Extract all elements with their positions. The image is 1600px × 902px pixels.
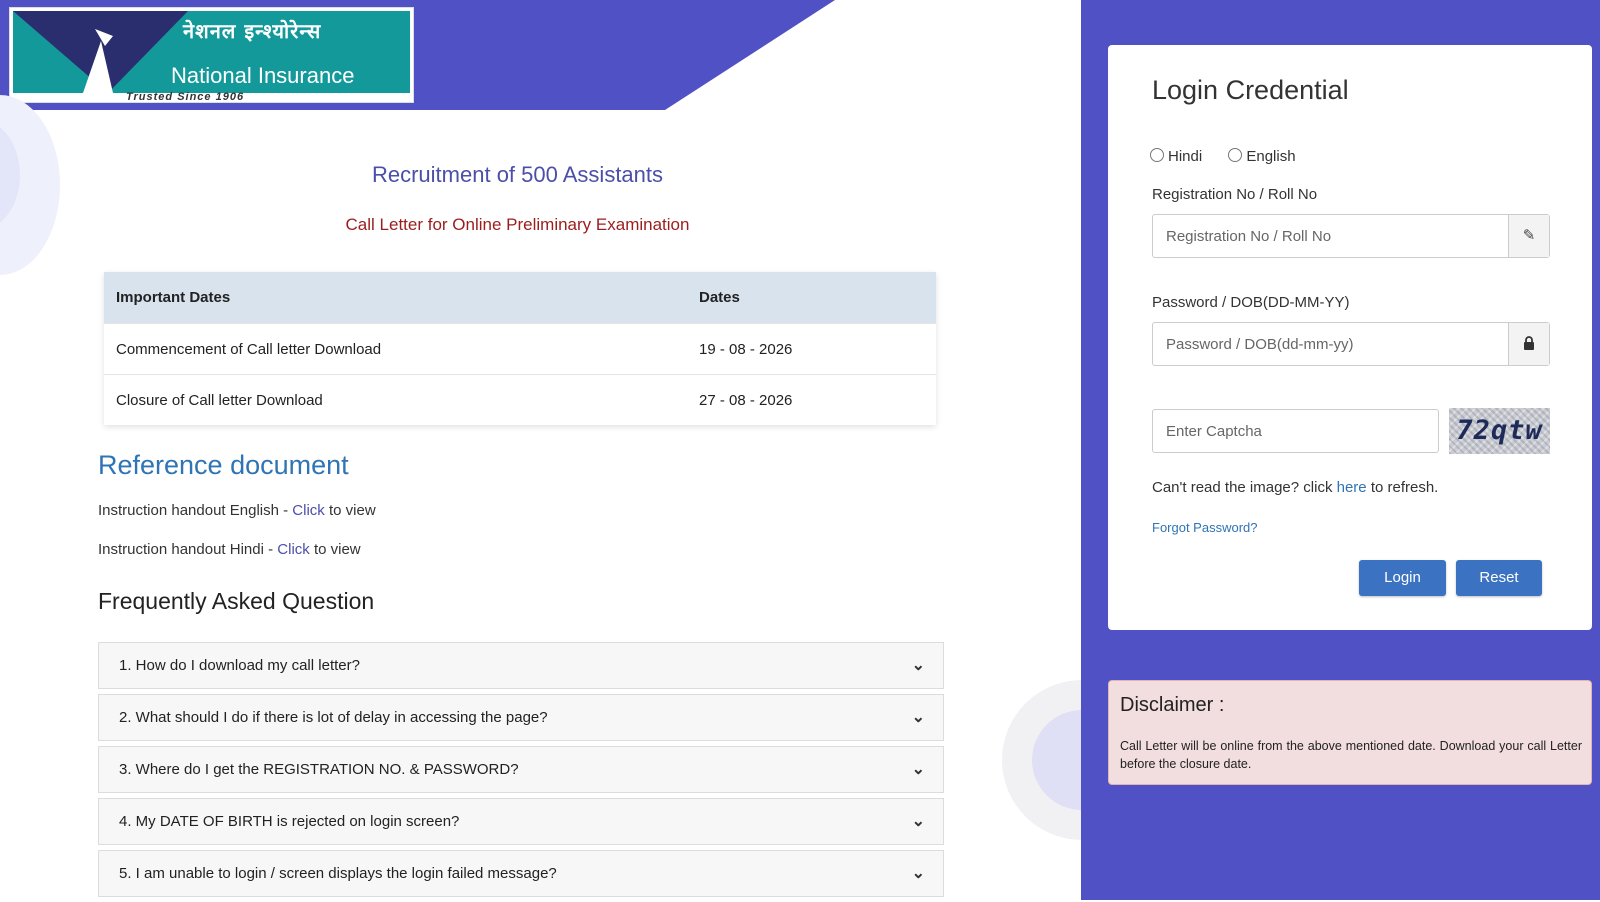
disclaimer-box: Disclaimer : Call Letter will be online … [1108, 680, 1592, 785]
logo-tagline: Trusted Since 1906 [126, 91, 245, 103]
registration-field-group: ✎ [1152, 214, 1550, 258]
faq-question: 1. How do I download my call letter? [119, 657, 360, 674]
captcha-input[interactable] [1153, 410, 1438, 452]
chevron-down-icon: ⌄ [911, 709, 925, 726]
reset-button[interactable]: Reset [1456, 560, 1542, 596]
faq-question: 3. Where do I get the REGISTRATION NO. &… [119, 761, 519, 778]
reference-item: Instruction handout Hindi - Click to vie… [98, 541, 361, 558]
reference-suffix: to view [324, 502, 376, 519]
login-title: Login Credential [1152, 75, 1349, 105]
reference-text: Instruction handout Hindi - [98, 541, 278, 558]
page-subtitle: Call Letter for Online Preliminary Exami… [345, 215, 690, 234]
faq-item[interactable]: 5. I am unable to login / screen display… [98, 850, 944, 897]
page-title: Recruitment of 500 Assistants [371, 162, 664, 187]
faq-question: 4. My DATE OF BIRTH is rejected on login… [119, 813, 460, 830]
table-cell: 27 - 08 - 2026 [687, 374, 936, 425]
faq-item[interactable]: 2. What should I do if there is lot of d… [98, 694, 944, 741]
faq-item[interactable]: 1. How do I download my call letter? ⌄ [98, 642, 944, 689]
radio-label: English [1246, 148, 1296, 165]
reference-item: Instruction handout English - Click to v… [98, 502, 376, 519]
radio-icon [1150, 148, 1164, 162]
faq-question: 5. I am unable to login / screen display… [119, 865, 557, 882]
password-input[interactable] [1153, 323, 1534, 365]
chevron-down-icon: ⌄ [911, 865, 925, 882]
important-dates-table: Important Dates Dates Commencement of Ca… [104, 272, 936, 425]
table-row: Commencement of Call letter Download 19 … [104, 323, 936, 375]
pencil-icon: ✎ [1508, 215, 1549, 257]
chevron-down-icon: ⌄ [911, 761, 925, 778]
captcha-image: 72qtw [1449, 408, 1550, 454]
table-cell: Closure of Call letter Download [104, 374, 687, 425]
chevron-down-icon: ⌄ [911, 813, 925, 830]
click-link-hindi[interactable]: Click [277, 541, 310, 558]
refresh-prefix: Can't read the image? click [1152, 479, 1337, 496]
table-row: Closure of Call letter Download 27 - 08 … [104, 374, 936, 425]
logo-english-text: National Insurance [171, 63, 355, 88]
captcha-field [1152, 409, 1439, 453]
refresh-link[interactable]: here [1337, 479, 1367, 496]
radio-english[interactable]: English [1228, 148, 1296, 165]
reference-title: Reference document [98, 450, 349, 480]
disclaimer-title: Disclaimer : [1120, 694, 1225, 716]
refresh-suffix: to refresh. [1366, 479, 1439, 496]
disclaimer-text: Call Letter will be online from the abov… [1120, 739, 1582, 771]
language-selector: Hindi English [1150, 148, 1318, 165]
logo-emblem: नेशनल इन्श्योरेन्स National Insurance [13, 11, 410, 93]
table-header-row: Important Dates Dates [104, 272, 936, 324]
column-header: Dates [687, 272, 936, 324]
logo[interactable]: नेशनल इन्श्योरेन्स National Insurance Tr… [9, 7, 414, 103]
login-card: Login Credential Hindi English Registrat… [1108, 45, 1592, 630]
chevron-down-icon: ⌄ [911, 657, 925, 674]
login-button[interactable]: Login [1359, 560, 1446, 596]
forgot-password-link[interactable]: Forgot Password? [1152, 520, 1258, 535]
registration-label: Registration No / Roll No [1152, 186, 1318, 203]
reference-suffix: to view [309, 541, 361, 558]
password-field-group [1152, 322, 1550, 366]
password-label: Password / DOB(DD-MM-YY) [1152, 294, 1350, 311]
table-cell: Commencement of Call letter Download [104, 323, 687, 375]
faq-title: Frequently Asked Question [98, 588, 375, 614]
faq-question: 2. What should I do if there is lot of d… [119, 709, 548, 726]
table-cell: 19 - 08 - 2026 [687, 323, 936, 375]
radio-label: Hindi [1168, 148, 1203, 165]
column-header: Important Dates [104, 272, 687, 324]
faq-list: 1. How do I download my call letter? ⌄ 2… [98, 642, 944, 902]
reference-text: Instruction handout English - [98, 502, 293, 519]
click-link-english[interactable]: Click [292, 502, 325, 519]
radio-hindi[interactable]: Hindi [1150, 148, 1202, 165]
lock-icon [1508, 323, 1549, 365]
radio-icon [1228, 148, 1243, 162]
faq-item[interactable]: 4. My DATE OF BIRTH is rejected on login… [98, 798, 944, 845]
logo-hindi-text: नेशनल इन्श्योरेन्स [183, 19, 322, 43]
registration-input[interactable] [1153, 215, 1534, 257]
faq-item[interactable]: 3. Where do I get the REGISTRATION NO. &… [98, 746, 944, 793]
captcha-refresh-text: Can't read the image? click here to refr… [1152, 479, 1438, 496]
